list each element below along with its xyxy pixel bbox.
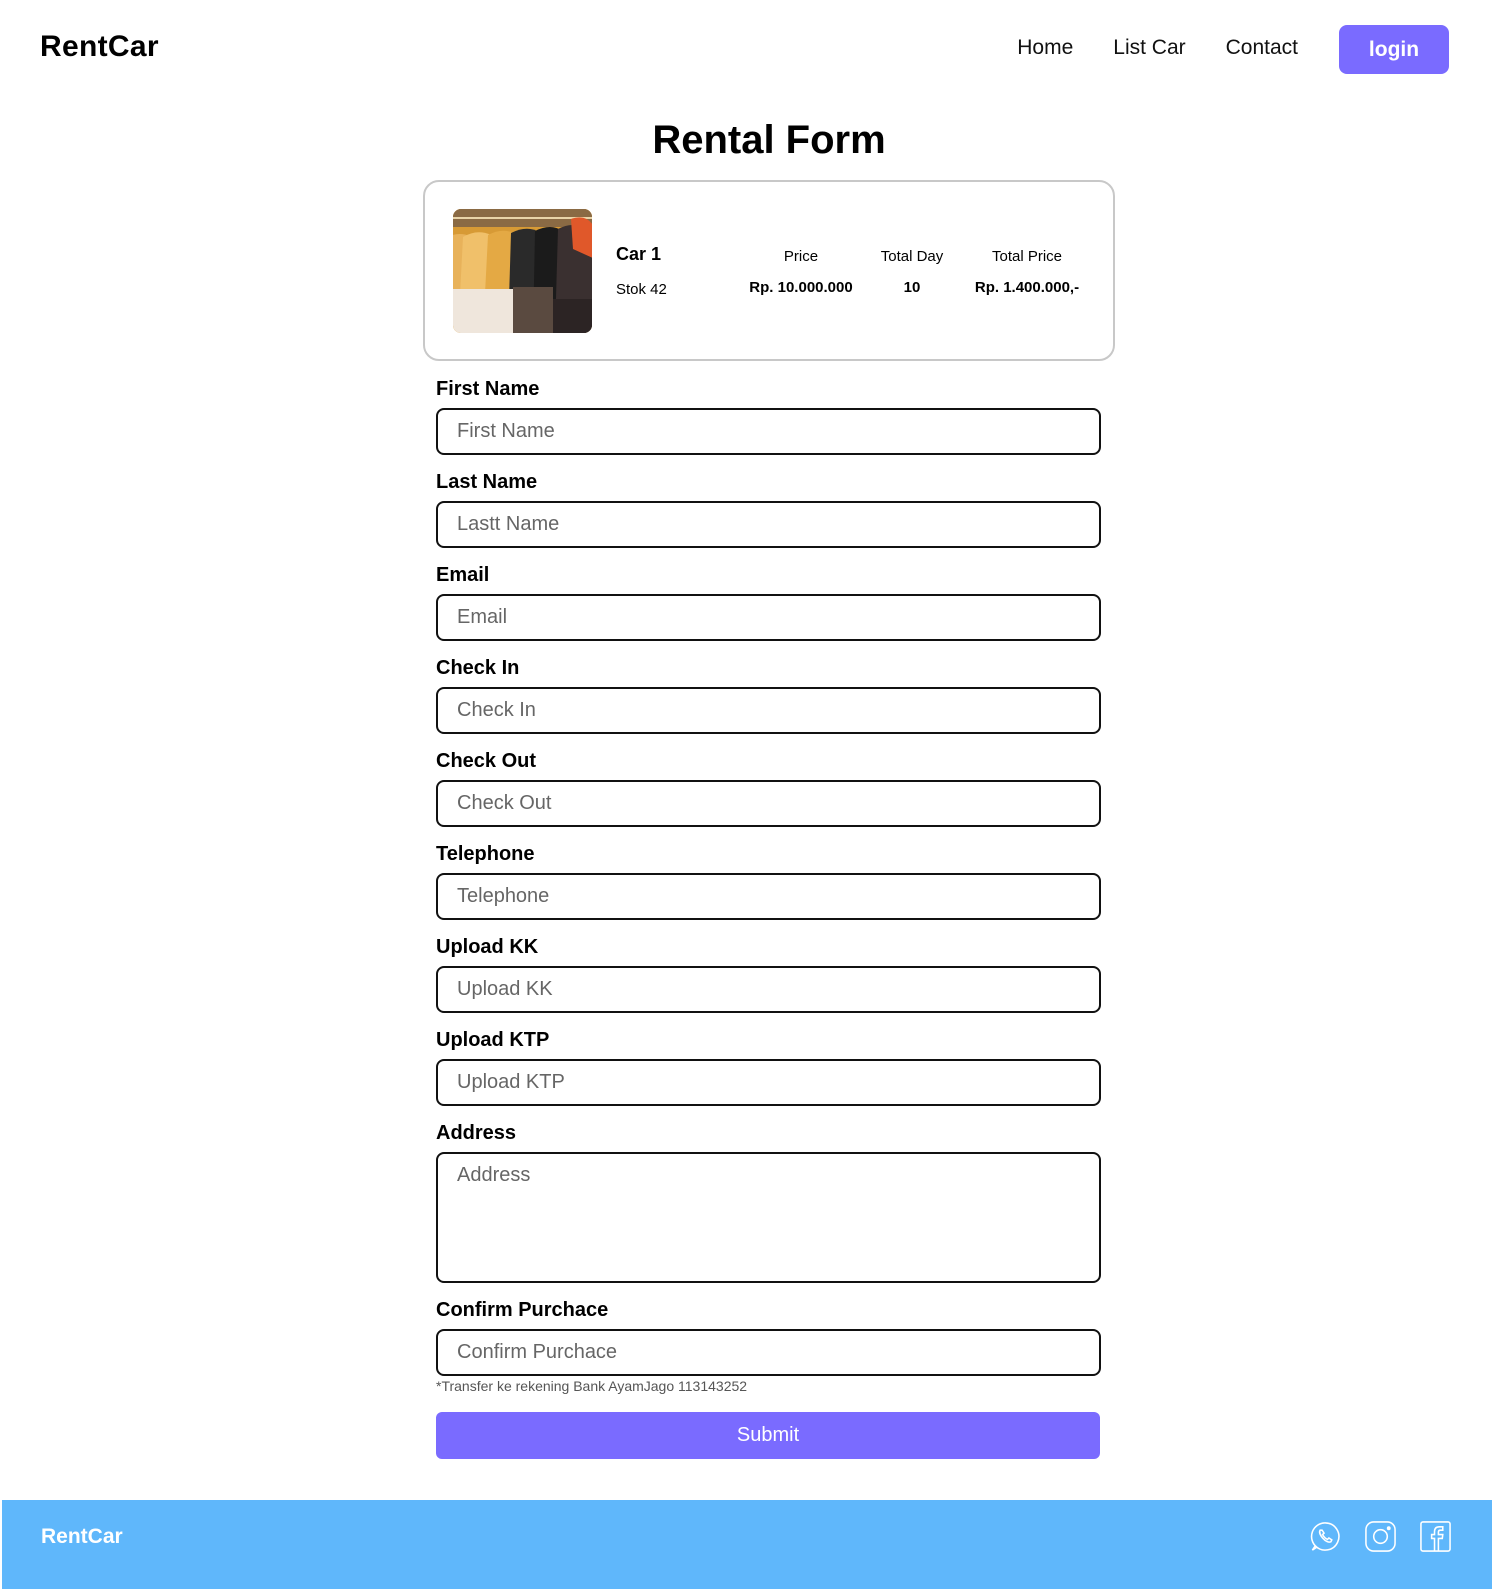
address-textarea[interactable] [436, 1152, 1101, 1283]
car-stock: Stok 42 [616, 281, 667, 298]
total-price-stat: Total Price Rp. 1.400.000,- [969, 248, 1085, 296]
car-name: Car 1 [616, 244, 662, 264]
footer: RentCar [2, 1500, 1492, 1589]
transfer-note: *Transfer ke rekening Bank AyamJago 1131… [436, 1378, 748, 1394]
last-name-label: Last Name [436, 471, 538, 493]
login-button[interactable]: login [1339, 25, 1449, 74]
nav-contact-link[interactable]: Contact [1226, 36, 1298, 60]
first-name-label: First Name [436, 378, 540, 400]
telephone-input[interactable] [436, 873, 1101, 920]
social-links [1309, 1520, 1452, 1553]
total-day-value: 10 [903, 279, 921, 296]
footer-brand: RentCar [41, 1525, 123, 1548]
price-label: Price [783, 248, 819, 265]
check-in-label: Check In [436, 657, 520, 679]
upload-ktp-label: Upload KTP [436, 1029, 550, 1051]
price-value: Rp. 10.000.000 [749, 279, 853, 296]
instagram-icon[interactable] [1364, 1520, 1397, 1553]
total-price-value: Rp. 1.400.000,- [974, 279, 1080, 296]
address-label: Address [436, 1122, 517, 1144]
submit-button[interactable]: Submit [436, 1412, 1100, 1459]
total-day-label: Total Day [880, 248, 944, 265]
telephone-label: Telephone [436, 843, 535, 865]
upload-kk-input[interactable] [436, 966, 1101, 1013]
confirm-purchase-label: Confirm Purchace [436, 1299, 609, 1321]
page-title: Rental Form [652, 118, 886, 162]
brand-logo[interactable]: RentCar [40, 30, 159, 64]
last-name-input[interactable] [436, 501, 1101, 548]
navbar: RentCar Home List Car Contact login [0, 0, 1512, 100]
facebook-icon[interactable] [1419, 1520, 1452, 1553]
total-day-stat: Total Day 10 [877, 248, 947, 296]
rental-form: First Name Last Name Email Check In Chec… [436, 376, 1102, 1459]
price-stat: Price Rp. 10.000.000 [743, 248, 859, 296]
confirm-purchase-input[interactable] [436, 1329, 1101, 1376]
first-name-input[interactable] [436, 408, 1101, 455]
upload-ktp-input[interactable] [436, 1059, 1101, 1106]
nav-links: Home List Car Contact [1017, 36, 1298, 60]
whatsapp-icon[interactable] [1309, 1520, 1342, 1553]
nav-list-car-link[interactable]: List Car [1113, 36, 1185, 60]
car-summary-card: Car 1 Stok 42 Price Rp. 10.000.000 Total… [423, 180, 1115, 361]
nav-home-link[interactable]: Home [1017, 36, 1073, 60]
total-price-label: Total Price [991, 248, 1063, 265]
check-out-input[interactable] [436, 780, 1101, 827]
car-image [453, 209, 592, 333]
email-input[interactable] [436, 594, 1101, 641]
email-label: Email [436, 564, 490, 586]
check-in-input[interactable] [436, 687, 1101, 734]
check-out-label: Check Out [436, 750, 537, 772]
upload-kk-label: Upload KK [436, 936, 539, 958]
